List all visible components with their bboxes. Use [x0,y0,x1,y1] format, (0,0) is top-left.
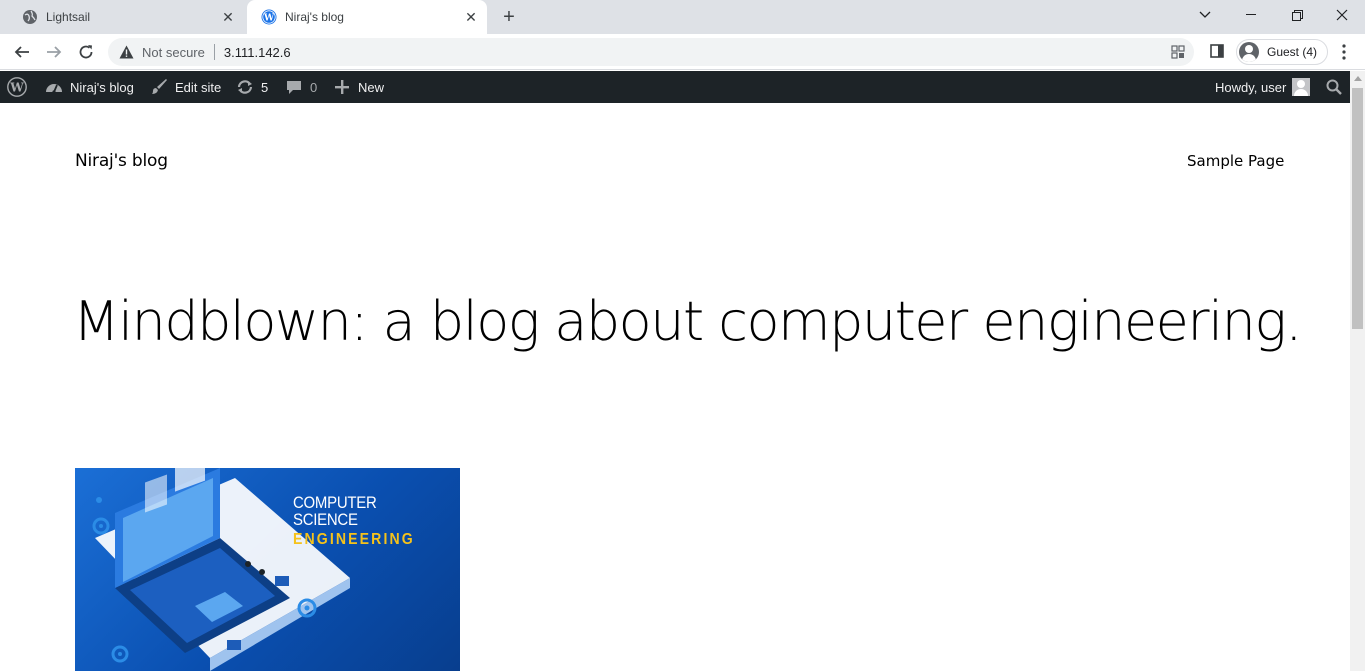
security-label[interactable]: Not secure [142,45,205,60]
globe-icon [22,9,38,25]
user-avatar [1292,78,1311,96]
svg-text:W: W [263,14,275,24]
site-title-link[interactable]: Niraj's blog [75,151,168,171]
tab-title: Niraj's blog [285,10,344,24]
wp-logo-menu[interactable]: W [7,71,33,103]
tab-search-chevron-icon[interactable] [1182,0,1228,30]
close-tab-icon[interactable]: ✕ [218,7,238,27]
new-label: New [358,79,385,95]
restore-icon[interactable] [1274,0,1320,30]
comment-bubble-icon [284,77,304,97]
dashboard-gauge-icon [44,77,64,97]
edit-site-label: Edit site [175,79,222,95]
profile-button[interactable]: Guest (4) [1236,39,1329,65]
browser-toolbar: Not secure 3.111.142.6 Guest (4) [0,34,1365,70]
image-caption-line2: ENGINEERING [293,531,415,548]
plus-icon [332,77,352,97]
minimize-icon[interactable] [1228,0,1274,30]
admin-bar-search[interactable] [1324,71,1350,103]
app-grid-icon[interactable] [1170,44,1186,60]
browser-menu-icon[interactable] [1334,40,1354,64]
profile-label: Guest (4) [1267,45,1318,59]
svg-text:W: W [9,81,24,95]
admin-bar-updates[interactable]: 5 [235,71,268,103]
tab-title: Lightsail [46,10,91,24]
back-arrow-icon[interactable] [8,38,36,66]
tab-nirajs-blog[interactable]: W Niraj's blog ✕ [247,0,487,34]
image-caption-line1: COMPUTER SCIENCE [293,493,377,529]
tab-strip: Lightsail ✕ W Niraj's blog ✕ + [0,0,1365,34]
page-headline: Mindblown: a blog about computer enginee… [73,290,1302,353]
address-bar[interactable]: Not secure 3.111.142.6 [108,38,1194,66]
admin-bar-site-name[interactable]: Niraj's blog [44,71,134,103]
reload-icon[interactable] [72,38,100,66]
admin-bar-my-account[interactable]: Howdy, user [1215,71,1311,103]
new-tab-button[interactable]: + [498,6,520,28]
divider [213,44,215,60]
page-scrollbar[interactable] [1350,71,1365,671]
wordpress-logo-icon: W [7,77,27,97]
guest-avatar-icon [1239,42,1259,62]
updates-refresh-icon [235,77,255,97]
featured-image[interactable]: COMPUTER SCIENCE ENGINEERING [75,468,460,671]
updates-count: 5 [261,79,269,95]
wp-admin-bar: W Niraj's blog Edit site 5 0 New Howdy, … [0,71,1350,103]
scroll-thumb[interactable] [1352,88,1363,329]
close-tab-icon[interactable]: ✕ [461,7,481,27]
admin-bar-new[interactable]: New [332,71,384,103]
search-icon [1324,77,1344,97]
forward-arrow-icon[interactable] [40,38,68,66]
side-panel-icon[interactable] [1208,42,1226,60]
tab-lightsail[interactable]: Lightsail ✕ [8,0,244,34]
image-caption: COMPUTER SCIENCE ENGINEERING [293,494,460,548]
brush-icon [149,77,169,97]
nav-link-sample-page[interactable]: Sample Page [1187,152,1284,170]
howdy-label: Howdy, user [1215,79,1287,95]
url-text[interactable]: 3.111.142.6 [224,45,291,60]
scroll-up-arrow-icon[interactable] [1350,71,1365,86]
admin-bar-edit-site[interactable]: Edit site [149,71,221,103]
close-window-icon[interactable] [1319,0,1365,30]
admin-bar-comments[interactable]: 0 [284,71,317,103]
warning-triangle-icon[interactable] [118,44,134,60]
comments-count: 0 [310,79,318,95]
site-name-label: Niraj's blog [70,79,134,95]
wordpress-icon: W [261,9,277,25]
